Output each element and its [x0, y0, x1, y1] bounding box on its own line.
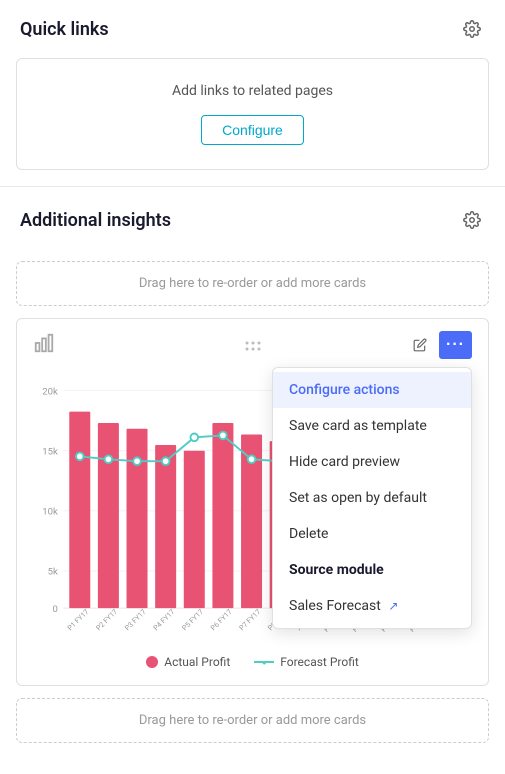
external-link-icon: ↗: [388, 599, 398, 613]
quick-links-card: Add links to related pages Configure: [16, 58, 489, 170]
edit-button[interactable]: [407, 334, 433, 356]
gear-icon: [463, 20, 481, 38]
section-divider: [0, 186, 505, 187]
svg-text:P2 FY17: P2 FY17: [94, 607, 119, 632]
insights-header: Additional insights: [0, 191, 505, 249]
svg-text:P4 FY17: P4 FY17: [151, 607, 176, 632]
svg-text:5k: 5k: [48, 567, 58, 578]
drag-handle[interactable]: [245, 336, 261, 355]
drag-zone-bottom: Drag here to re-order or add more cards: [16, 698, 489, 743]
dropdown-sales-forecast[interactable]: Sales Forecast ↗: [273, 588, 471, 624]
chart-bar-icon: [33, 332, 55, 358]
legend-forecast-label: Forecast Profit: [280, 655, 359, 669]
chart-actions: ···: [407, 331, 472, 359]
insights-title: Additional insights: [20, 210, 171, 231]
insights-gear-icon: [463, 211, 481, 229]
legend-actual-label: Actual Profit: [164, 655, 230, 669]
legend-forecast: Forecast Profit: [254, 655, 359, 669]
svg-text:15k: 15k: [42, 447, 58, 458]
dropdown-save-template[interactable]: Save card as template: [273, 408, 471, 444]
svg-text:P6 FY17: P6 FY17: [209, 607, 234, 632]
chart-legend: Actual Profit Forecast Profit: [33, 655, 472, 669]
dropdown-menu: Configure actions Save card as template …: [272, 367, 472, 629]
svg-text:P3 FY17: P3 FY17: [123, 607, 148, 632]
quick-links-header: Quick links: [0, 0, 505, 58]
edit-icon: [413, 338, 427, 352]
chart-card: ··· Configure actions Save card as templ…: [16, 318, 489, 686]
legend-forecast-line: [254, 661, 274, 663]
dropdown-configure-actions[interactable]: Configure actions: [273, 372, 471, 408]
legend-actual-dot: [146, 656, 158, 668]
svg-text:10k: 10k: [42, 507, 58, 518]
svg-text:20k: 20k: [42, 386, 58, 397]
svg-text:P1 FY17: P1 FY17: [65, 607, 90, 632]
chart-toolbar: ··· Configure actions Save card as templ…: [33, 331, 472, 359]
dropdown-source-module-label: Source module: [273, 552, 471, 588]
dropdown-set-open-default[interactable]: Set as open by default: [273, 480, 471, 516]
quick-links-description: Add links to related pages: [37, 83, 468, 99]
quick-links-gear-button[interactable]: [459, 16, 485, 42]
configure-button[interactable]: Configure: [201, 115, 304, 145]
dropdown-hide-preview[interactable]: Hide card preview: [273, 444, 471, 480]
drag-zone-top-label: Drag here to re-order or add more cards: [139, 276, 366, 291]
drag-zone-bottom-label: Drag here to re-order or add more cards: [139, 713, 366, 728]
svg-text:0: 0: [52, 604, 57, 615]
drag-zone-top: Drag here to re-order or add more cards: [16, 261, 489, 306]
additional-insights-section: Additional insights Drag here to re-orde…: [0, 191, 505, 743]
quick-links-title: Quick links: [20, 19, 109, 40]
svg-text:P7 FY17: P7 FY17: [237, 607, 262, 632]
insights-gear-button[interactable]: [459, 207, 485, 233]
svg-text:P5 FY17: P5 FY17: [180, 607, 205, 632]
more-dots-icon: ···: [446, 336, 465, 354]
more-actions-button[interactable]: ···: [439, 331, 472, 359]
dropdown-delete[interactable]: Delete: [273, 516, 471, 552]
legend-actual: Actual Profit: [146, 655, 230, 669]
